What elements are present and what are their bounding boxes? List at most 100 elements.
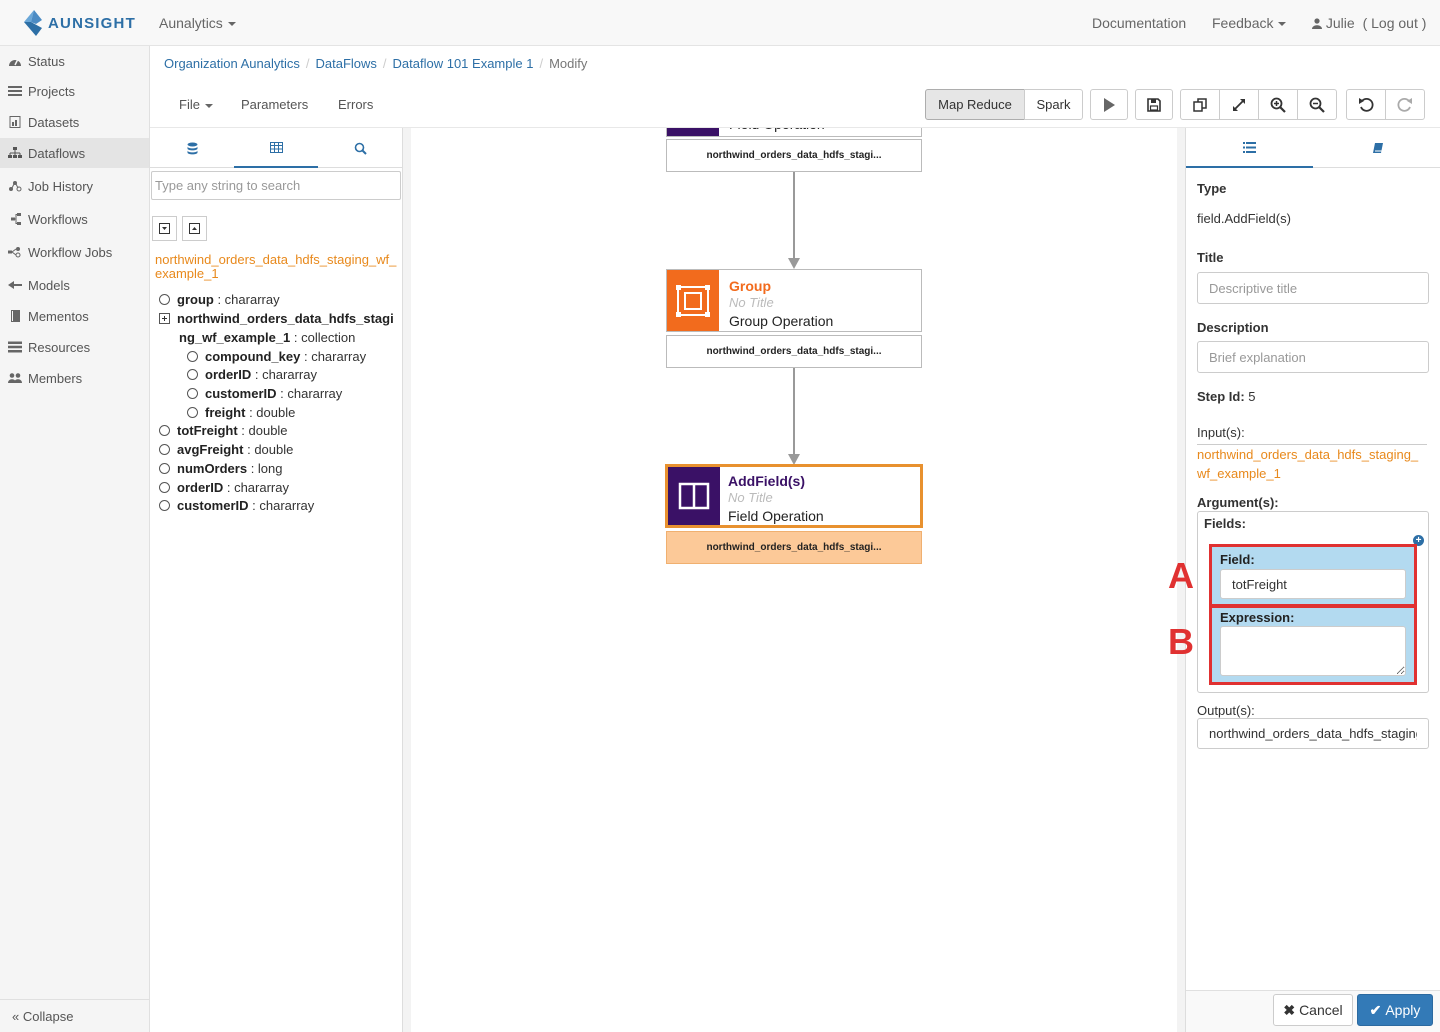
collapse-all-button[interactable] <box>152 216 177 241</box>
save-button[interactable] <box>1135 89 1173 120</box>
sidebar-item-workflows[interactable]: Workflows <box>0 204 149 234</box>
field-type: double <box>254 442 294 457</box>
properties-footer: ✖ Cancel ✔ Apply <box>1186 990 1440 1032</box>
field-type: chararray <box>287 386 343 401</box>
breadcrumb-dataflows[interactable]: DataFlows <box>315 56 376 71</box>
schema-field-row[interactable]: totFreight : double <box>159 423 288 439</box>
schema-field-row[interactable]: orderID : chararray <box>187 367 317 383</box>
node-title: AddField(s) <box>728 473 805 489</box>
field-radio-icon <box>187 369 198 380</box>
expand-plus-icon[interactable] <box>159 313 170 324</box>
sidebar-item-dataflows[interactable]: Dataflows <box>0 138 149 168</box>
step-node-field-operation[interactable]: Field Operation <box>666 128 922 137</box>
sidebar-item-status[interactable]: Status <box>0 46 149 76</box>
schema-field-row[interactable]: group : chararray <box>159 292 280 308</box>
sidebar-item-label: Job History <box>28 178 94 194</box>
documentation-link[interactable]: Documentation <box>1092 15 1186 31</box>
output-dataset-input[interactable] <box>1197 718 1429 749</box>
field-radio-icon <box>159 482 170 493</box>
sidebar-item-models[interactable]: Models <box>0 270 149 300</box>
step-output-dataset[interactable]: northwind_orders_data_hdfs_stagi... <box>666 335 922 368</box>
field-type: chararray <box>311 349 367 364</box>
sidebar-item-job-history[interactable]: Job History <box>0 171 149 201</box>
top-navbar: AUNSIGHT Aunalytics Documentation Feedba… <box>0 0 1440 46</box>
floppy-disk-icon <box>1147 97 1161 112</box>
zoom-out-button[interactable] <box>1297 89 1337 120</box>
workflow-jobs-icon <box>8 247 21 258</box>
step-node-group[interactable]: Group No Title Group Operation <box>666 269 922 332</box>
sidebar-item-resources[interactable]: Resources <box>0 332 149 362</box>
schema-collection-row-continued: ng_wf_example_1 : collection <box>179 330 356 345</box>
file-menu[interactable]: File <box>179 97 213 112</box>
step-output-dataset[interactable]: northwind_orders_data_hdfs_stagi... <box>666 139 922 172</box>
tab-datasets[interactable] <box>150 128 234 168</box>
field-name-input[interactable] <box>1220 569 1406 599</box>
schema-search-input[interactable] <box>151 171 401 200</box>
sidebar-item-members[interactable]: Members <box>0 363 149 393</box>
user-menu[interactable]: Julie ( Log out ) <box>1312 15 1426 31</box>
schema-field-row[interactable]: orderID : chararray <box>159 480 289 496</box>
spark-button[interactable]: Spark <box>1024 89 1083 120</box>
tab-documentation[interactable] <box>1314 128 1440 168</box>
schema-field-row[interactable]: customerID : chararray <box>159 498 314 514</box>
feedback-dropdown[interactable]: Feedback <box>1212 15 1287 31</box>
map-reduce-button[interactable]: Map Reduce <box>925 89 1025 120</box>
expand-all-icon <box>189 223 200 234</box>
left-panel-resize-handle[interactable] <box>403 128 411 1032</box>
parameters-menu[interactable]: Parameters <box>241 97 308 112</box>
title-input[interactable] <box>1197 272 1429 304</box>
schema-collection-row[interactable]: northwind_orders_data_hdfs_stagi <box>159 311 394 327</box>
check-icon: ✔ <box>1369 1001 1382 1018</box>
copy-button[interactable] <box>1180 89 1220 120</box>
field-radio-icon <box>159 463 170 474</box>
dataflow-canvas[interactable]: Field Operation northwind_orders_data_hd… <box>411 128 1177 1032</box>
run-button[interactable] <box>1090 89 1128 120</box>
play-icon <box>1104 97 1115 112</box>
step-output-dataset[interactable]: northwind_orders_data_hdfs_stagi... <box>666 531 922 564</box>
field-radio-icon <box>187 407 198 418</box>
schema-field-row[interactable]: avgFreight : double <box>159 442 293 458</box>
errors-menu[interactable]: Errors <box>338 97 373 112</box>
tab-properties[interactable] <box>1186 128 1313 168</box>
sidebar-item-mementos[interactable]: Mementos <box>0 301 149 331</box>
expression-label: Expression: <box>1220 610 1295 625</box>
schema-field-row[interactable]: customerID : chararray <box>187 386 342 402</box>
schema-field-row[interactable]: numOrders : long <box>159 461 283 477</box>
tab-search[interactable] <box>318 128 402 168</box>
cancel-button[interactable]: ✖ Cancel <box>1273 994 1353 1026</box>
description-input[interactable] <box>1197 341 1429 373</box>
apply-button[interactable]: ✔ Apply <box>1357 994 1433 1026</box>
aunsight-logo-icon <box>24 10 42 36</box>
redo-button[interactable] <box>1385 89 1425 120</box>
collapse-sidebar-button[interactable]: « Collapse <box>0 999 149 1032</box>
field-type: chararray <box>259 498 315 513</box>
sidebar-item-datasets[interactable]: Datasets <box>0 107 149 137</box>
history-icon <box>9 181 22 192</box>
field-name-group: Field: <box>1209 544 1417 607</box>
redo-icon <box>1397 97 1412 112</box>
breadcrumb-dataflow[interactable]: Dataflow 101 Example 1 <box>393 56 534 71</box>
tab-schema-table[interactable] <box>234 128 318 168</box>
expand-all-button[interactable] <box>182 216 207 241</box>
input-dataset[interactable]: northwind_orders_data_hdfs_staging_wf_ex… <box>1197 444 1427 483</box>
app-menu-dropdown[interactable]: Aunalytics <box>159 15 236 31</box>
sidebar-item-projects[interactable]: Projects <box>0 76 149 106</box>
close-icon: ✖ <box>1283 1001 1296 1018</box>
step-node-addfields[interactable]: AddField(s) No Title Field Operation <box>665 464 923 528</box>
fit-to-screen-button[interactable] <box>1219 89 1259 120</box>
sidebar-item-workflow-jobs[interactable]: Workflow Jobs <box>0 237 149 267</box>
breadcrumb-organization[interactable]: Organization Aunalytics <box>164 56 300 71</box>
field-name: numOrders <box>177 461 248 476</box>
undo-button[interactable] <box>1346 89 1386 120</box>
node-subtitle: No Title <box>728 490 773 505</box>
schema-field-row[interactable]: freight : double <box>187 405 295 421</box>
arguments-box: Fields: + Field: Expression: <box>1197 511 1429 693</box>
expression-textarea[interactable] <box>1220 626 1406 676</box>
logout-link[interactable]: ( Log out ) <box>1363 15 1427 31</box>
brand[interactable]: AUNSIGHT <box>22 10 136 36</box>
field-label: Field: <box>1220 552 1255 567</box>
search-icon <box>354 142 367 155</box>
zoom-in-button[interactable] <box>1258 89 1298 120</box>
dataset-name[interactable]: northwind_orders_data_hdfs_staging_wf_ex… <box>155 253 401 281</box>
schema-field-row[interactable]: compound_key : chararray <box>187 349 366 365</box>
